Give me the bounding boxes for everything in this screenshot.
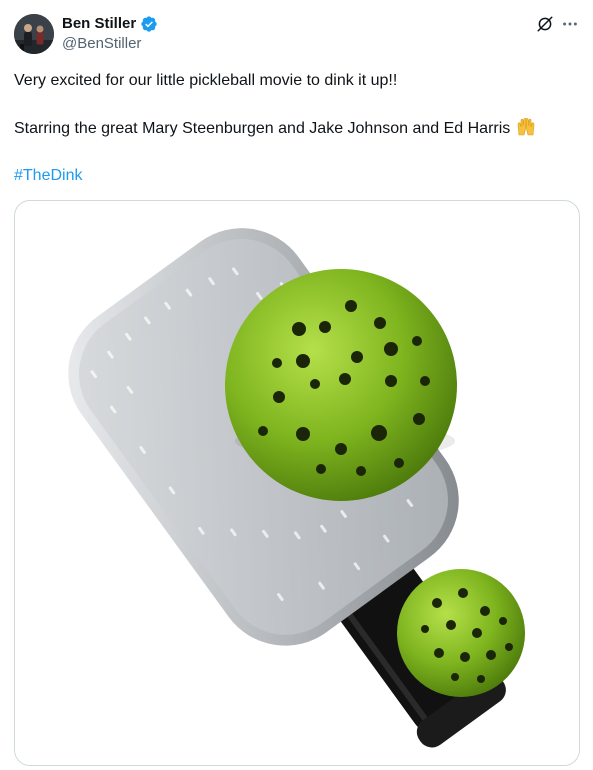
tweet-media-image[interactable] [14, 200, 580, 766]
more-dots-icon[interactable] [560, 14, 580, 34]
tweet-text-line-2: Starring the great Mary Steenburgen and … [14, 117, 536, 144]
tweet-text-line-1: Very excited for our little pickleball m… [14, 72, 398, 89]
raising-hands-icon [516, 117, 536, 144]
author-handle[interactable]: @BenStiller [62, 34, 141, 54]
profile-photo-icon [14, 14, 54, 54]
pickleball-paddle-and-balls-icon [68, 228, 525, 748]
tweet: Ben Stiller @BenStiller Very excited for… [0, 0, 593, 770]
grok-icon[interactable] [536, 15, 554, 33]
verified-badge-icon [141, 16, 157, 32]
hashtag-link[interactable]: #TheDink [14, 165, 82, 187]
author-name-row[interactable]: Ben Stiller [62, 14, 158, 34]
display-name[interactable]: Ben Stiller [62, 14, 136, 34]
avatar[interactable] [14, 14, 54, 54]
tweet-text-line-2-text: Starring the great Mary Steenburgen and … [14, 120, 511, 137]
